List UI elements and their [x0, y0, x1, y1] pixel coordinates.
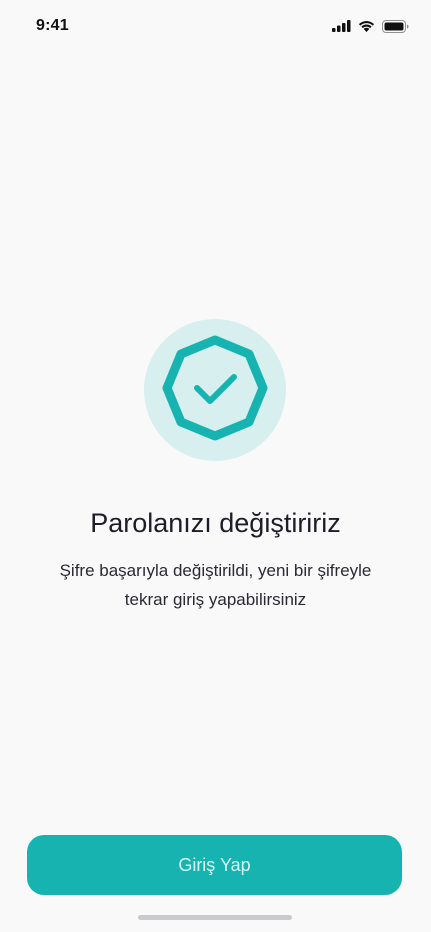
- login-button[interactable]: Giriş Yap: [27, 835, 402, 895]
- home-indicator: [138, 915, 292, 920]
- check-badge-icon: [159, 332, 271, 449]
- status-bar: 9:41: [0, 0, 431, 52]
- battery-icon: [382, 19, 409, 33]
- status-icons: [332, 19, 409, 33]
- page-title: Parolanızı değiştiririz: [90, 508, 341, 538]
- success-badge: [144, 319, 286, 461]
- password-changed-screen: 9:41 Parolanızı değiştiririz Şifre başar…: [0, 0, 431, 932]
- wifi-icon: [358, 20, 375, 32]
- status-time: 9:41: [36, 17, 69, 34]
- success-message: Şifre başarıyla değiştirildi, yeni bir ş…: [59, 561, 372, 609]
- signal-icon: [332, 20, 351, 32]
